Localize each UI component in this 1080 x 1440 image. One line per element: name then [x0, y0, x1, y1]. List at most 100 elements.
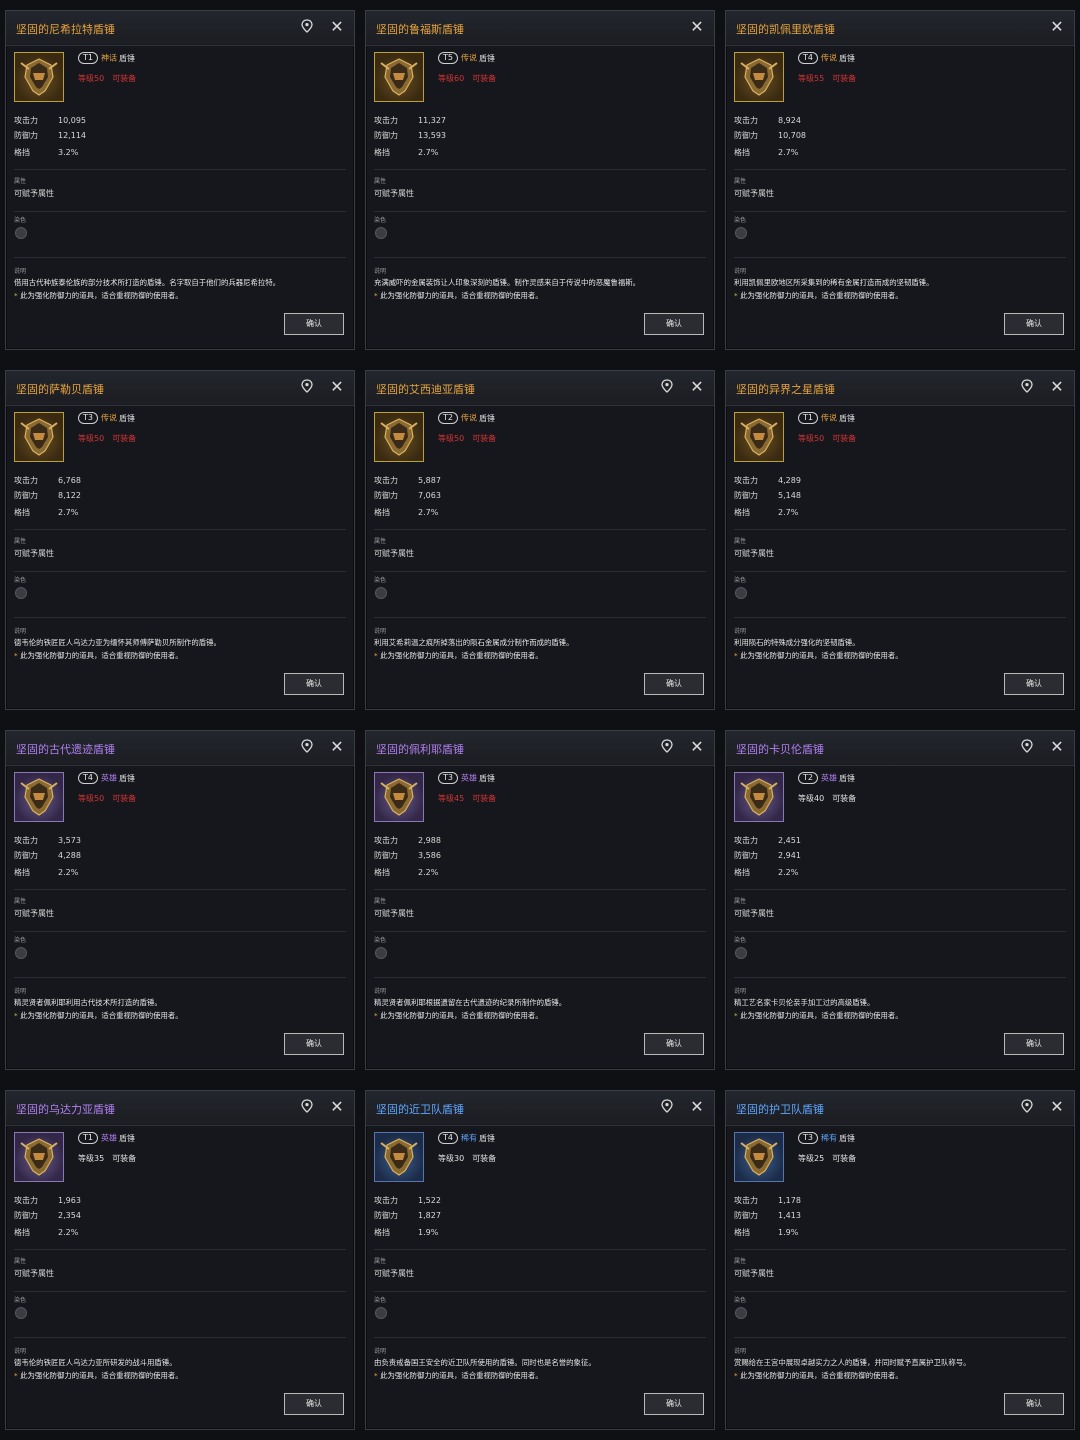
divider: [734, 169, 1066, 170]
dye-slot-icon[interactable]: [375, 587, 387, 599]
confirm-button[interactable]: 确认: [284, 673, 344, 695]
divider: [374, 571, 706, 572]
item-name: 坚固的卡贝伦盾锤: [736, 743, 824, 756]
item-description: 德韦伦的铁匠匠人乌达力亚所研发的战斗用盾锤。: [14, 1358, 177, 1367]
confirm-button[interactable]: 确认: [1004, 673, 1064, 695]
dye-slot-icon[interactable]: [15, 227, 27, 239]
attack-label: 攻击力: [374, 116, 398, 125]
confirm-button[interactable]: 确认: [284, 1033, 344, 1055]
location-pin-icon[interactable]: [298, 738, 316, 756]
equippable-label: 可装备: [832, 74, 857, 83]
dye-slot-icon[interactable]: [735, 1307, 747, 1319]
level-requirement: 等级50: [78, 794, 105, 803]
equippable-label: 可装备: [112, 434, 137, 443]
block-value: 2.7%: [418, 148, 439, 157]
description-section-label: 说明: [734, 268, 747, 275]
close-icon[interactable]: ✕: [688, 1098, 706, 1116]
close-icon[interactable]: ✕: [1048, 378, 1066, 396]
confirm-button[interactable]: 确认: [284, 1393, 344, 1415]
dye-slot-icon[interactable]: [735, 947, 747, 959]
note-bullet: *: [734, 1371, 738, 1380]
tooltip-titlebar: 坚固的尼希拉特盾锤 ✕: [6, 11, 354, 46]
defense-value: 1,413: [778, 1211, 801, 1220]
close-icon[interactable]: ✕: [328, 1098, 346, 1116]
close-icon[interactable]: ✕: [328, 18, 346, 36]
description-section-label: 说明: [734, 628, 747, 635]
dye-slot-icon[interactable]: [375, 227, 387, 239]
location-pin-icon[interactable]: [658, 738, 676, 756]
close-icon[interactable]: ✕: [1048, 18, 1066, 36]
location-pin-icon[interactable]: [1018, 738, 1036, 756]
dye-section-label: 染色: [374, 937, 387, 944]
tooltip-titlebar: 坚固的护卫队盾锤 ✕: [726, 1091, 1074, 1126]
dye-slot-icon[interactable]: [735, 227, 747, 239]
tooltip-titlebar: 坚固的卡贝伦盾锤 ✕: [726, 731, 1074, 766]
defense-value: 7,063: [418, 491, 441, 500]
description-section-label: 说明: [14, 268, 27, 275]
block-value: 3.2%: [58, 148, 79, 157]
attack-label: 攻击力: [734, 116, 758, 125]
close-icon[interactable]: ✕: [328, 738, 346, 756]
item-name: 坚固的古代遗迹盾锤: [16, 743, 115, 756]
item-kind: 盾锤: [838, 1133, 855, 1143]
confirm-button[interactable]: 确认: [1004, 1033, 1064, 1055]
level-requirement: 等级50: [798, 434, 825, 443]
level-requirement: 等级45: [438, 794, 465, 803]
dye-slot-icon[interactable]: [15, 947, 27, 959]
confirm-button[interactable]: 确认: [1004, 313, 1064, 335]
location-pin-icon[interactable]: [298, 1098, 316, 1116]
confirm-button[interactable]: 确认: [644, 1033, 704, 1055]
location-pin-icon[interactable]: [658, 378, 676, 396]
dye-slot-icon[interactable]: [375, 1307, 387, 1319]
confirm-button[interactable]: 确认: [644, 1393, 704, 1415]
attack-label: 攻击力: [734, 476, 758, 485]
tooltip-titlebar: 坚固的异界之星盾锤 ✕: [726, 371, 1074, 406]
dye-slot-icon[interactable]: [735, 587, 747, 599]
attribute-value: 可赋予属性: [374, 189, 414, 198]
attribute-value: 可赋予属性: [734, 189, 774, 198]
location-pin-icon[interactable]: [1018, 1098, 1036, 1116]
block-value: 2.7%: [418, 508, 439, 517]
block-value: 2.7%: [778, 148, 799, 157]
attack-value: 1,963: [58, 1196, 81, 1205]
location-pin-icon[interactable]: [298, 18, 316, 36]
item-note: * 此为强化防御力的道具，适合重视防御的使用者。: [374, 1370, 708, 1381]
close-icon[interactable]: ✕: [1048, 738, 1066, 756]
item-grade: 英雄: [820, 773, 837, 783]
confirm-button[interactable]: 确认: [1004, 1393, 1064, 1415]
note-text: 此为强化防御力的道具，适合重视防御的使用者。: [740, 1011, 903, 1020]
defense-label: 防御力: [14, 491, 38, 500]
confirm-button[interactable]: 确认: [644, 313, 704, 335]
divider: [734, 211, 1066, 212]
dye-slot-icon[interactable]: [15, 1307, 27, 1319]
close-icon[interactable]: ✕: [328, 378, 346, 396]
confirm-button[interactable]: 确认: [284, 313, 344, 335]
close-icon[interactable]: ✕: [688, 18, 706, 36]
item-name: 坚固的护卫队盾锤: [736, 1103, 824, 1116]
item-description: 精灵贤者佩利耶根据遗留在古代遗迹的纪录所制作的盾锤。: [374, 998, 567, 1007]
attribute-section-label: 属性: [734, 898, 747, 905]
item-grade: 传说: [460, 413, 477, 423]
close-icon[interactable]: ✕: [1048, 1098, 1066, 1116]
attack-value: 8,924: [778, 116, 801, 125]
block-value: 2.2%: [58, 1228, 79, 1237]
location-pin-icon[interactable]: [298, 378, 316, 396]
level-requirement: 等级50: [78, 434, 105, 443]
close-icon[interactable]: ✕: [688, 738, 706, 756]
confirm-button[interactable]: 确认: [644, 673, 704, 695]
location-pin-icon[interactable]: [658, 1098, 676, 1116]
attack-label: 攻击力: [734, 1196, 758, 1205]
tier-badge: T2: [798, 772, 818, 784]
dye-slot-icon[interactable]: [15, 587, 27, 599]
item-note: * 此为强化防御力的道具，适合重视防御的使用者。: [734, 1370, 1068, 1381]
close-icon[interactable]: ✕: [688, 378, 706, 396]
dye-slot-icon[interactable]: [375, 947, 387, 959]
description-section-label: 说明: [14, 1348, 27, 1355]
dye-section-label: 染色: [14, 577, 27, 584]
stats-block: 攻击力 1,522 防御力 1,827 格挡 1.9%: [374, 1193, 441, 1240]
block-label: 格挡: [374, 868, 390, 877]
item-tooltip-card: 坚固的近卫队盾锤 ✕ T4 稀有 盾锤 等级30 可装备 攻击力 1,522 防御力 1,…: [365, 1090, 715, 1430]
attribute-section-label: 属性: [734, 1258, 747, 1265]
stats-block: 攻击力 3,573 防御力 4,288 格挡 2.2%: [14, 833, 81, 880]
location-pin-icon[interactable]: [1018, 378, 1036, 396]
